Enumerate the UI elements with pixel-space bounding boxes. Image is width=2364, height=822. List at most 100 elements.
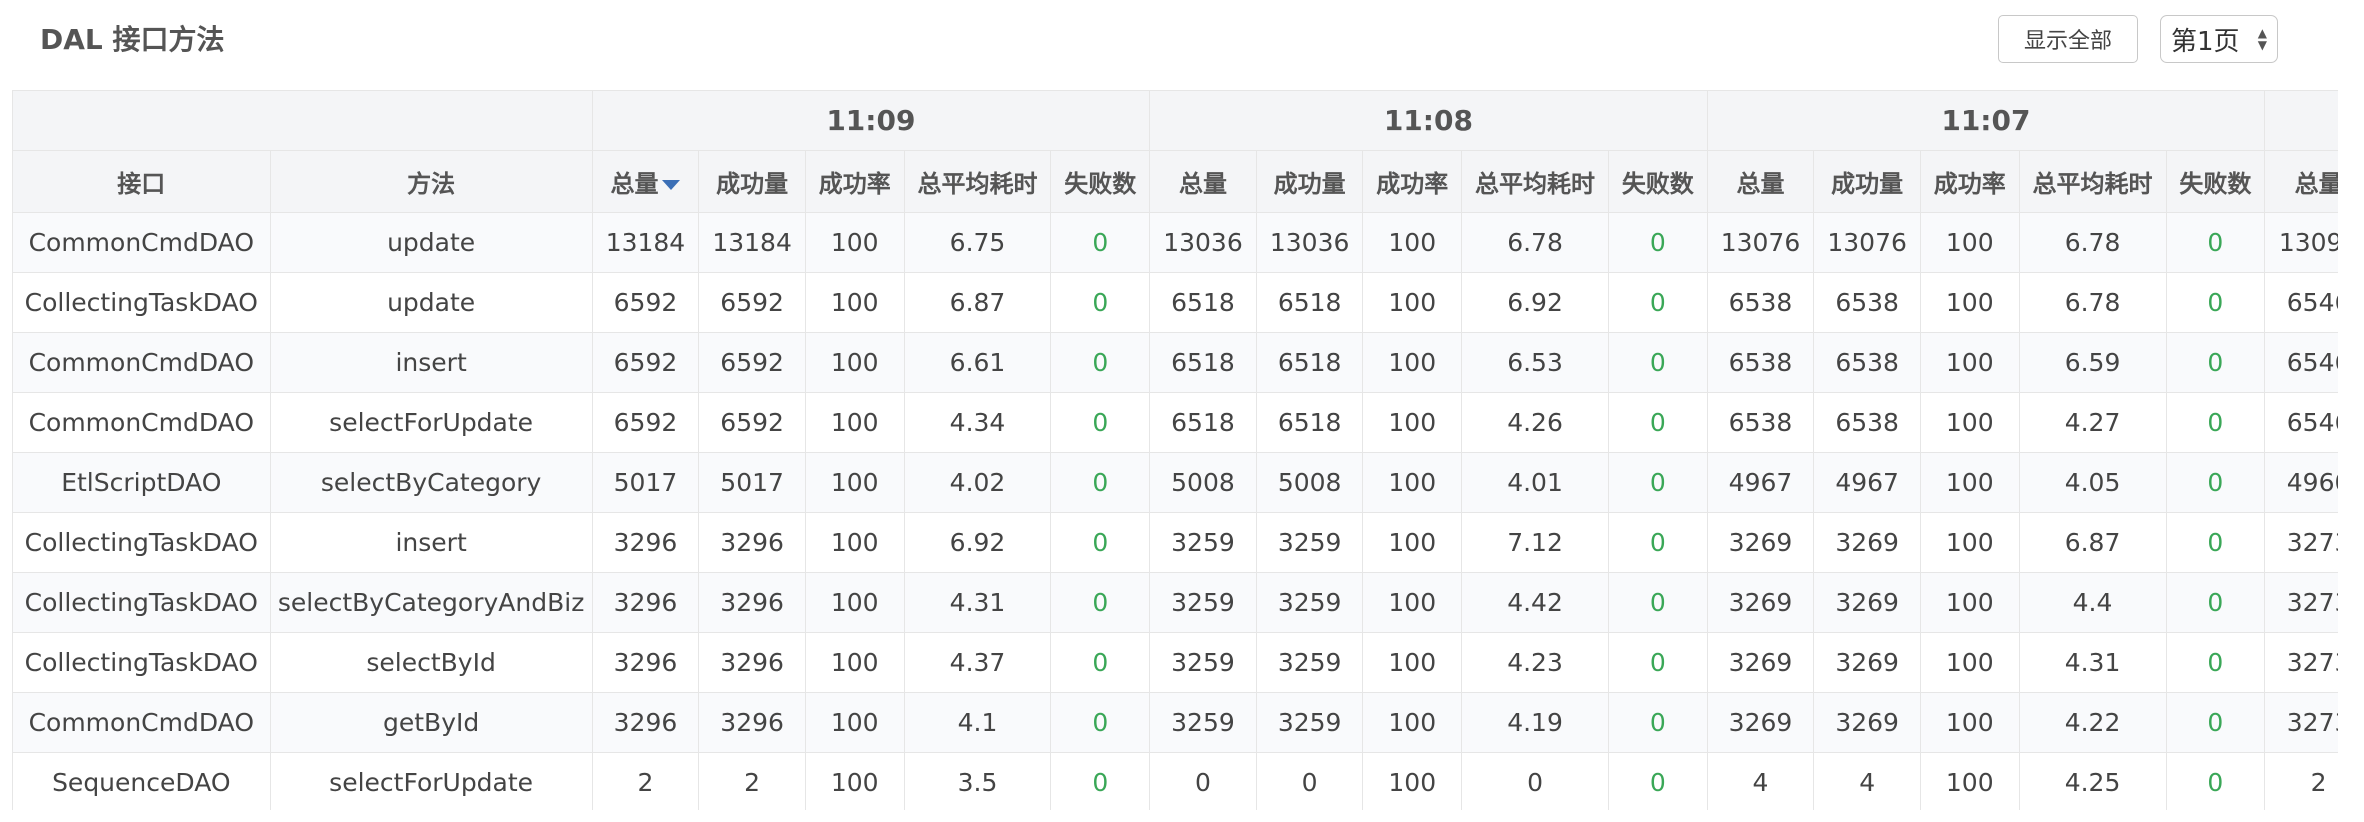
column-header[interactable]: 成功量 [1813, 150, 1921, 213]
cell-fail-count: 0 [1050, 632, 1151, 693]
column-header[interactable]: 失败数 [2165, 150, 2266, 213]
cell-value: 100 [1919, 392, 2020, 453]
dal-table-container[interactable]: 11:09 11:08 11:07 接口 方法 总量 成功量 成功率 总平均耗时 失败数 总量 成功… [12, 90, 2338, 810]
cell-fail-count: 0 [1607, 572, 1708, 633]
page-select[interactable]: 第1页 ▲ ▼ [2160, 15, 2278, 63]
cell-fail-count: 0 [1050, 572, 1151, 633]
cell-value: 3259 [1149, 632, 1257, 693]
cell-value: 13036 [1255, 212, 1364, 273]
cell-value: 4.31 [2018, 632, 2167, 693]
cell-value: 3269 [1813, 572, 1921, 633]
cell-method: selectByCategoryAndBiz [269, 572, 593, 633]
column-header[interactable]: 总量 [1706, 150, 1815, 213]
column-header[interactable]: 总量 [591, 150, 700, 213]
cell-value: 3259 [1255, 572, 1364, 633]
column-header[interactable]: 总平均耗时 [903, 150, 1052, 213]
cell-value: 100 [1362, 392, 1463, 453]
cell-value: 13184 [591, 212, 700, 273]
cell-value: 100 [1362, 692, 1463, 753]
cell-value: 6592 [591, 272, 700, 333]
cell-value: 6546 [2264, 392, 2338, 453]
cell-value: 4.4 [2018, 572, 2167, 633]
column-header[interactable]: 总平均耗时 [1461, 150, 1609, 213]
cell-value: 100 [1919, 572, 2020, 633]
column-header[interactable]: 总平均耗时 [2018, 150, 2167, 213]
cell-value: 6.75 [903, 212, 1052, 273]
cell-interface: EtlScriptDAO [12, 452, 271, 513]
column-header[interactable]: 失败数 [1050, 150, 1151, 213]
column-header[interactable]: 总量 [2264, 150, 2338, 213]
cell-fail-count: 0 [2165, 692, 2266, 753]
cell-value: 100 [1362, 752, 1463, 810]
cell-fail-count: 0 [1607, 632, 1708, 693]
cell-fail-count: 0 [1607, 272, 1708, 333]
column-header-method[interactable]: 方法 [269, 150, 593, 213]
cell-value: 4.31 [903, 572, 1052, 633]
cell-value: 13092 [2264, 212, 2338, 273]
cell-value: 13036 [1149, 212, 1257, 273]
cell-value: 3269 [1706, 692, 1815, 753]
panel-title: DAL 接口方法 [40, 23, 225, 56]
cell-value: 0 [1255, 752, 1364, 810]
cell-value: 4.01 [1461, 452, 1609, 513]
cell-value: 6518 [1255, 392, 1364, 453]
fixed-columns-spacer [12, 90, 593, 151]
cell-fail-count: 0 [2165, 512, 2266, 573]
cell-value: 6.78 [1461, 212, 1609, 273]
cell-value: 3296 [698, 692, 806, 753]
cell-fail-count: 0 [2165, 572, 2266, 633]
cell-value: 100 [1362, 332, 1463, 393]
time-group-header-partial [2264, 90, 2338, 151]
cell-value: 100 [804, 752, 905, 810]
cell-fail-count: 0 [1050, 332, 1151, 393]
cell-value: 100 [1919, 692, 2020, 753]
column-header[interactable]: 成功量 [698, 150, 806, 213]
cell-value: 3273 [2264, 512, 2338, 573]
cell-value: 3296 [591, 572, 700, 633]
cell-value: 6.59 [2018, 332, 2167, 393]
cell-value: 13076 [1813, 212, 1921, 273]
cell-fail-count: 0 [1050, 212, 1151, 273]
cell-value: 5008 [1149, 452, 1257, 513]
cell-value: 6.78 [2018, 272, 2167, 333]
column-header[interactable]: 失败数 [1607, 150, 1708, 213]
column-header[interactable]: 成功量 [1255, 150, 1364, 213]
cell-fail-count: 0 [2165, 632, 2266, 693]
cell-value: 4.34 [903, 392, 1052, 453]
column-header[interactable]: 总量 [1149, 150, 1257, 213]
cell-value: 100 [1919, 272, 2020, 333]
column-header[interactable]: 成功率 [1362, 150, 1463, 213]
column-header-row: 接口 方法 总量 成功量 成功率 总平均耗时 失败数 总量 成功量 成功率 总平均耗时 失败数 总量 成功… [12, 150, 2338, 213]
cell-value: 6.61 [903, 332, 1052, 393]
column-header-interface[interactable]: 接口 [12, 150, 271, 213]
cell-value: 3259 [1149, 512, 1257, 573]
cell-value: 3273 [2264, 692, 2338, 753]
cell-value: 100 [1919, 212, 2020, 273]
cell-value: 5017 [591, 452, 700, 513]
cell-fail-count: 0 [2165, 452, 2266, 513]
cell-value: 6538 [1813, 332, 1921, 393]
cell-method: getById [269, 692, 593, 753]
cell-value: 6538 [1706, 332, 1815, 393]
table-row: CollectingTaskDAO insert 3296 3296 100 6.92 0 3… [12, 512, 2338, 573]
cell-value: 3296 [591, 512, 700, 573]
cell-value: 100 [804, 572, 905, 633]
column-header[interactable]: 成功率 [804, 150, 905, 213]
cell-value: 3259 [1255, 632, 1364, 693]
cell-value: 100 [804, 332, 905, 393]
cell-method: insert [269, 512, 593, 573]
cell-value: 100 [1919, 632, 2020, 693]
show-all-button[interactable]: 显示全部 [1998, 15, 2138, 63]
cell-fail-count: 0 [1050, 392, 1151, 453]
cell-value: 3273 [2264, 632, 2338, 693]
cell-value: 0 [1461, 752, 1609, 810]
cell-value: 3259 [1255, 512, 1364, 573]
cell-value: 3296 [591, 632, 700, 693]
cell-value: 6518 [1149, 272, 1257, 333]
cell-value: 6538 [1813, 272, 1921, 333]
cell-interface: CommonCmdDAO [12, 392, 271, 453]
column-header[interactable]: 成功率 [1919, 150, 2020, 213]
cell-fail-count: 0 [1607, 752, 1708, 810]
cell-value: 6.87 [903, 272, 1052, 333]
cell-value: 4.02 [903, 452, 1052, 513]
